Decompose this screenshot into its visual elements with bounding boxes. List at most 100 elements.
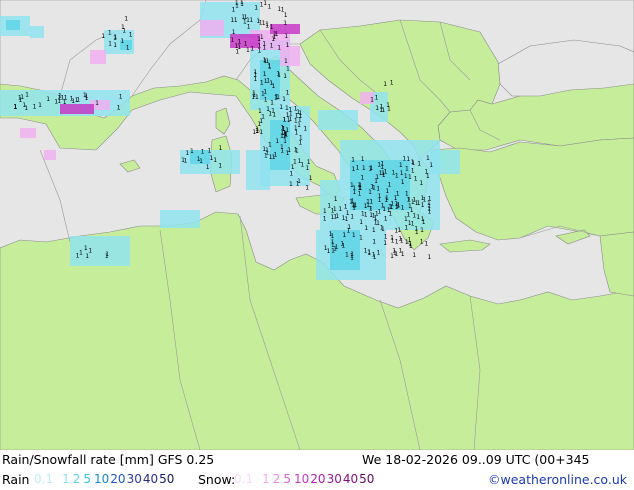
- precip-marker: 1: [22, 102, 26, 109]
- precip-marker: 1: [289, 181, 293, 188]
- header-row: Rain/Snowfall rate [mm] GFS 0.25 We 18-0…: [0, 450, 634, 470]
- precip-marker: 1: [218, 163, 222, 170]
- precip-marker: 1: [76, 253, 80, 260]
- precip-marker: 1: [379, 170, 383, 177]
- precip-marker: 1: [367, 250, 371, 257]
- credit-link[interactable]: ©weatheronline.co.uk: [488, 472, 627, 487]
- precip-marker: 1: [120, 38, 124, 45]
- precip-marker: 1: [263, 71, 267, 78]
- precip-marker: 1: [361, 156, 365, 163]
- precip-marker: 1: [386, 102, 390, 109]
- precip-marker: 1: [411, 220, 415, 227]
- precip-marker: 1: [121, 24, 125, 31]
- precip-marker: 1: [70, 96, 74, 103]
- precip-marker: 1: [79, 249, 83, 256]
- precip-marker: 1: [252, 90, 256, 97]
- precip-marker: 1: [85, 95, 89, 102]
- precip-marker: 1: [375, 94, 379, 101]
- precip-marker: 1: [331, 214, 335, 221]
- precip-marker: 1: [262, 20, 266, 27]
- precip-cell: [6, 20, 20, 30]
- precip-marker: 1: [247, 23, 251, 30]
- precip-marker: 1: [190, 148, 194, 155]
- precip-marker: 1: [296, 180, 300, 187]
- precip-marker: 1: [428, 254, 432, 261]
- snow-legend-value: 5: [283, 472, 292, 486]
- precip-marker: 1: [421, 202, 425, 209]
- precip-marker: 1: [232, 29, 236, 36]
- precip-marker: 1: [356, 165, 360, 172]
- precip-marker: 1: [33, 103, 37, 110]
- precip-marker: 1: [377, 249, 381, 256]
- precip-marker: 1: [309, 175, 313, 182]
- precip-marker: 1: [351, 156, 355, 163]
- precip-marker: 1: [38, 102, 42, 109]
- precip-marker: 1: [237, 44, 241, 51]
- precip-marker: 1: [383, 240, 387, 247]
- precip-marker: 1: [265, 23, 269, 30]
- precip-marker: 1: [385, 188, 389, 195]
- precip-marker: 1: [289, 170, 293, 177]
- precip-marker: 1: [426, 173, 430, 180]
- precip-marker: 1: [235, 2, 239, 9]
- precip-marker: 1: [263, 89, 267, 96]
- precip-marker: 1: [405, 166, 409, 173]
- precip-marker: 1: [206, 164, 210, 171]
- precip-marker: 1: [401, 179, 405, 186]
- precip-marker: 1: [117, 105, 121, 112]
- precip-marker: 1: [254, 69, 258, 76]
- precip-marker: 1: [256, 18, 260, 25]
- precip-marker: 1: [352, 204, 356, 211]
- precip-marker: 1: [88, 247, 92, 254]
- precip-marker: 1: [372, 227, 376, 234]
- precip-marker: 1: [268, 141, 272, 148]
- precip-marker: 1: [372, 213, 376, 220]
- snow-legend-value: 20: [310, 472, 326, 486]
- precip-marker: 1: [264, 78, 268, 85]
- precip-marker: 1: [253, 76, 257, 83]
- precip-marker: 1: [114, 34, 118, 41]
- precip-marker: 1: [421, 216, 425, 223]
- precip-marker: 1: [294, 146, 298, 153]
- precip-marker: 1: [360, 175, 364, 182]
- precip-marker: 1: [258, 47, 262, 54]
- precip-marker: 1: [395, 173, 399, 180]
- precip-marker: 1: [213, 157, 217, 164]
- precip-marker: 1: [425, 240, 429, 247]
- precip-marker: 1: [406, 156, 410, 163]
- precip-marker: 1: [181, 157, 185, 164]
- precip-marker: 1: [108, 40, 112, 47]
- precip-cell: [30, 26, 44, 38]
- precip-marker: 1: [234, 17, 238, 24]
- precip-cell: [430, 150, 460, 174]
- precip-marker: 1: [58, 92, 62, 99]
- precip-marker: 1: [361, 210, 365, 217]
- precip-marker: 1: [412, 252, 416, 259]
- precip-marker: 1: [390, 253, 394, 260]
- precip-marker: 1: [351, 198, 355, 205]
- precip-marker: 1: [362, 165, 366, 172]
- rain-legend-value: 0.1: [34, 472, 54, 486]
- precip-marker: 1: [335, 244, 339, 251]
- precip-marker: 1: [395, 251, 399, 258]
- precip-marker: 1: [420, 227, 424, 234]
- precip-marker: 1: [274, 93, 278, 100]
- precip-marker: 1: [305, 185, 309, 192]
- precip-marker: 1: [124, 16, 128, 23]
- precip-marker: 1: [389, 210, 393, 217]
- precip-marker: 1: [64, 94, 68, 101]
- precip-cell: [90, 50, 106, 64]
- precip-marker: 1: [294, 125, 298, 132]
- precip-marker: 1: [262, 44, 266, 51]
- precip-marker: 1: [244, 41, 248, 48]
- precip-marker: 1: [370, 96, 374, 103]
- precip-marker: 1: [404, 173, 408, 180]
- snow-legend-value: 2: [272, 472, 281, 486]
- precip-marker: 1: [369, 165, 373, 172]
- precip-marker: 1: [407, 197, 411, 204]
- precip-marker: 1: [113, 42, 117, 49]
- precip-marker: 1: [284, 33, 288, 40]
- precip-marker: 1: [412, 213, 416, 220]
- precip-marker: 1: [374, 220, 378, 227]
- precip-marker: 1: [285, 105, 289, 112]
